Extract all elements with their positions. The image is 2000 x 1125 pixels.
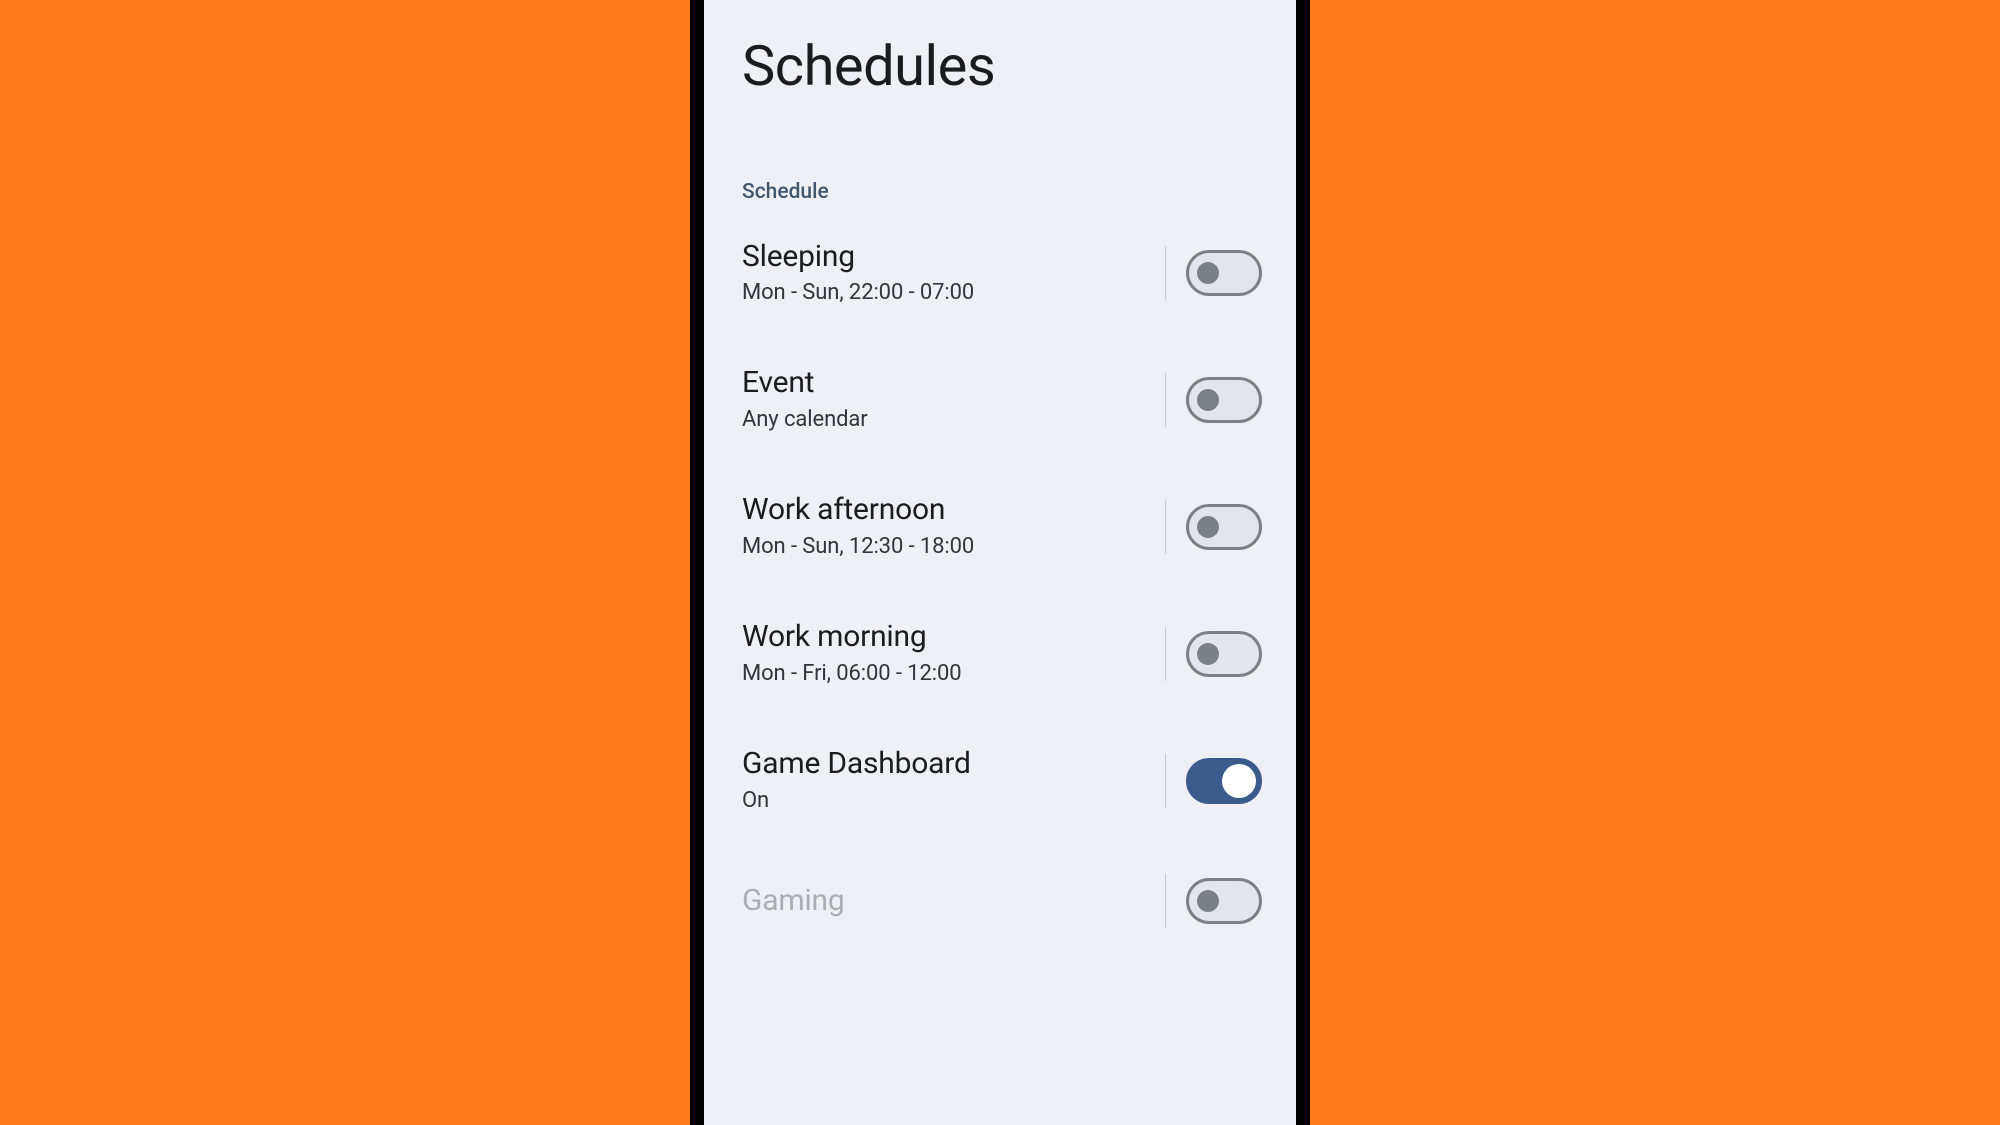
schedule-text: Sleeping Mon - Sun, 22:00 - 07:00 — [742, 240, 1151, 307]
toggle-thumb — [1197, 890, 1219, 912]
schedule-text: Event Any calendar — [742, 366, 1151, 433]
schedule-title: Event — [742, 366, 1151, 401]
schedule-title: Work afternoon — [742, 493, 1151, 528]
schedule-row-work-afternoon[interactable]: Work afternoon Mon - Sun, 12:30 - 18:00 — [742, 463, 1262, 590]
divider — [1165, 874, 1167, 928]
schedule-text: Gaming — [742, 884, 1151, 919]
section-label: Schedule — [704, 108, 1296, 210]
schedule-title: Game Dashboard — [742, 747, 1151, 782]
schedule-list: Sleeping Mon - Sun, 22:00 - 07:00 Event … — [704, 210, 1296, 958]
toggle-work-afternoon[interactable] — [1186, 504, 1262, 550]
toggle-sleeping[interactable] — [1186, 250, 1262, 296]
divider — [1165, 373, 1167, 427]
page-title: Schedules — [704, 0, 1296, 108]
toggle-game-dashboard[interactable] — [1186, 758, 1262, 804]
schedule-title: Sleeping — [742, 240, 1151, 275]
toggle-event[interactable] — [1186, 377, 1262, 423]
schedule-subtitle: Mon - Sun, 22:00 - 07:00 — [742, 280, 1151, 306]
schedule-subtitle: Mon - Sun, 12:30 - 18:00 — [742, 534, 1151, 560]
toggle-thumb — [1197, 516, 1219, 538]
schedule-text: Game Dashboard On — [742, 747, 1151, 814]
toggle-thumb — [1197, 262, 1219, 284]
schedule-subtitle: Any calendar — [742, 407, 1151, 433]
schedule-row-work-morning[interactable]: Work morning Mon - Fri, 06:00 - 12:00 — [742, 590, 1262, 717]
schedule-text: Work morning Mon - Fri, 06:00 - 12:00 — [742, 620, 1151, 687]
schedule-row-event[interactable]: Event Any calendar — [742, 336, 1262, 463]
phone-screen: Schedules Schedule Sleeping Mon - Sun, 2… — [704, 0, 1296, 1125]
schedule-title: Gaming — [742, 884, 1151, 919]
divider — [1165, 754, 1167, 808]
schedule-row-gaming[interactable]: Gaming — [742, 844, 1262, 958]
toggle-thumb — [1197, 389, 1219, 411]
schedule-subtitle: On — [742, 788, 1151, 814]
schedule-subtitle: Mon - Fri, 06:00 - 12:00 — [742, 661, 1151, 687]
toggle-thumb — [1222, 764, 1256, 798]
toggle-work-morning[interactable] — [1186, 631, 1262, 677]
divider — [1165, 627, 1167, 681]
toggle-thumb — [1197, 643, 1219, 665]
divider — [1165, 246, 1167, 300]
schedule-text: Work afternoon Mon - Sun, 12:30 - 18:00 — [742, 493, 1151, 560]
divider — [1165, 500, 1167, 554]
schedule-title: Work morning — [742, 620, 1151, 655]
schedule-row-game-dashboard[interactable]: Game Dashboard On — [742, 717, 1262, 844]
schedule-row-sleeping[interactable]: Sleeping Mon - Sun, 22:00 - 07:00 — [742, 210, 1262, 337]
phone-frame: Schedules Schedule Sleeping Mon - Sun, 2… — [690, 0, 1310, 1125]
toggle-gaming[interactable] — [1186, 878, 1262, 924]
